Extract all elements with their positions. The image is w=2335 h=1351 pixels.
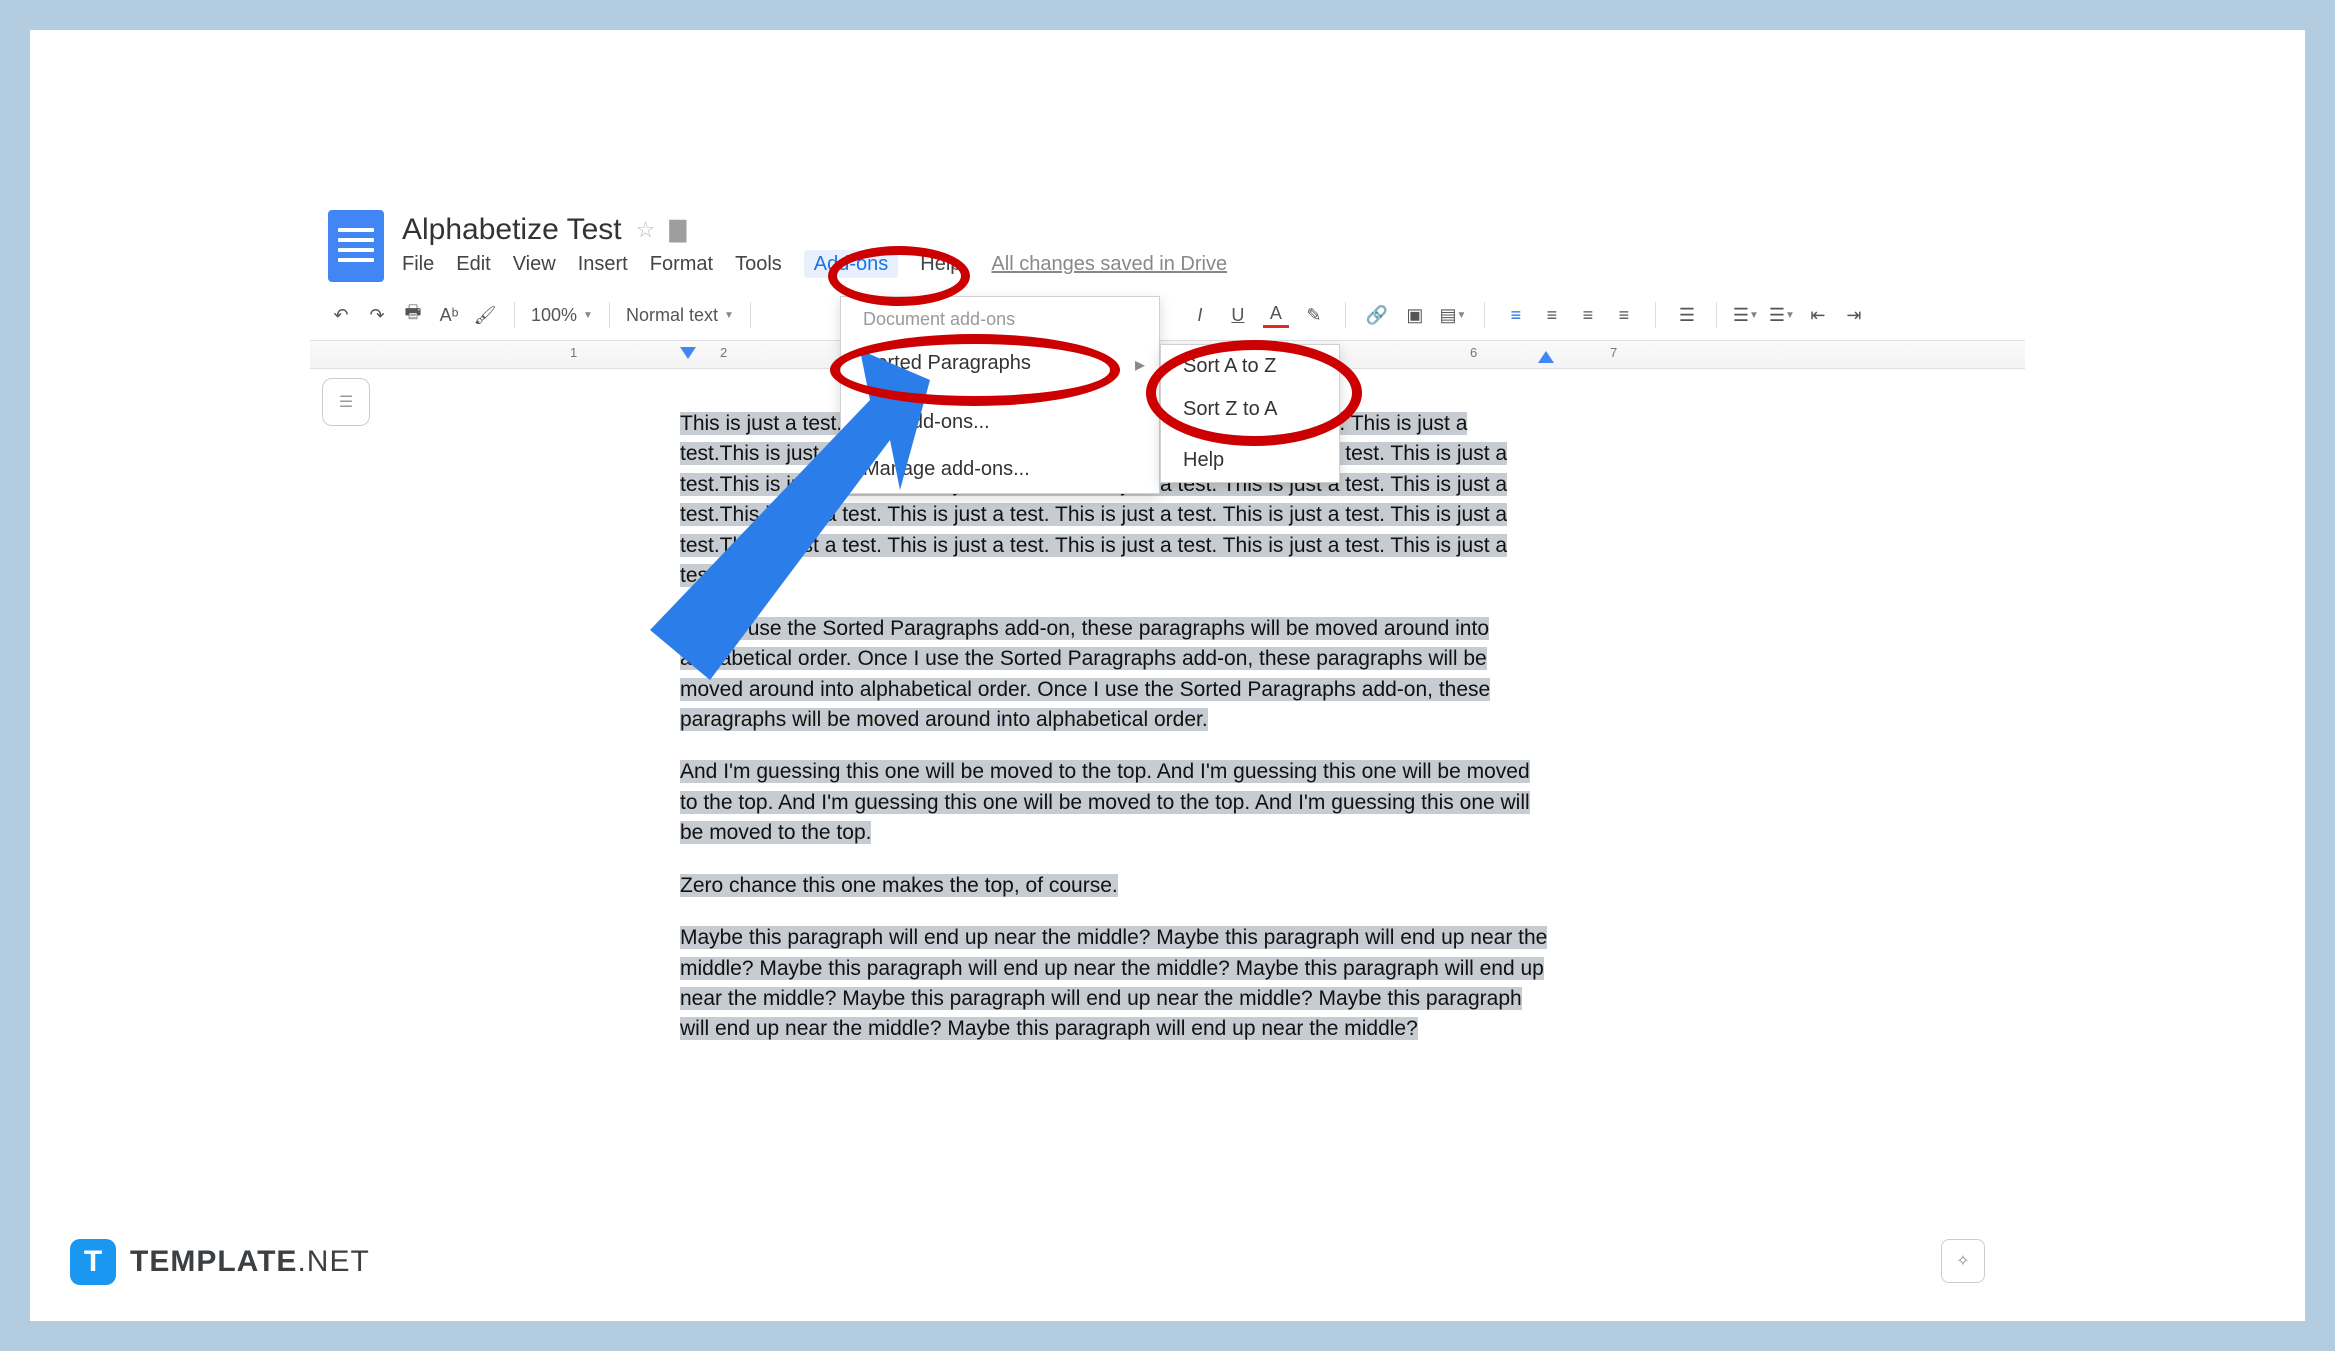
separator — [609, 302, 610, 328]
separator — [1345, 302, 1346, 328]
right-indent-marker[interactable] — [1538, 351, 1554, 363]
menu-insert[interactable]: Insert — [578, 253, 628, 276]
ruler-tick: 7 — [1610, 345, 1617, 360]
style-value: Normal text — [626, 305, 718, 326]
addons-dropdown: Document add-ons Sorted Paragraphs Get a… — [840, 296, 1160, 494]
align-justify-icon[interactable]: ≡ — [1611, 302, 1637, 328]
menu-addons[interactable]: Add-ons — [804, 250, 899, 278]
ruler-tick: 1 — [570, 345, 577, 360]
ruler-tick: 6 — [1470, 345, 1477, 360]
paragraph[interactable]: Maybe this paragraph will end up near th… — [680, 923, 1550, 1045]
insert-image-icon[interactable]: ▤▼ — [1440, 302, 1466, 328]
menu-view[interactable]: View — [513, 253, 556, 276]
move-folder-icon[interactable]: ▇ — [669, 217, 686, 243]
menu-format[interactable]: Format — [650, 253, 713, 276]
menu-sorted-paragraphs[interactable]: Sorted Paragraphs — [841, 340, 1159, 387]
underline-icon[interactable]: U — [1225, 302, 1251, 328]
watermark-suffix: .NET — [297, 1245, 369, 1278]
sorted-paragraphs-submenu: Sort A to Z Sort Z to A Help — [1160, 344, 1340, 483]
caret-down-icon: ▼ — [583, 310, 593, 321]
paint-format-icon[interactable]: 🖌 — [472, 302, 498, 328]
menu-addon-help[interactable]: Help — [1161, 439, 1339, 482]
align-right-icon[interactable]: ≡ — [1575, 302, 1601, 328]
watermark-badge-icon: T — [70, 1239, 116, 1285]
caret-down-icon: ▼ — [724, 310, 734, 321]
save-status[interactable]: All changes saved in Drive — [991, 253, 1227, 276]
toolbar: ↶ ↷ 🖶 Aᵇ 🖌 100% ▼ Normal text ▼ I U A ✎ — [310, 290, 2025, 341]
ruler-tick: 2 — [720, 345, 727, 360]
print-icon[interactable]: 🖶 — [400, 302, 426, 328]
google-docs-screenshot: Alphabetize Test ☆ ▇ File Edit View Inse… — [310, 200, 2025, 1301]
increase-indent-icon[interactable]: ⇥ — [1841, 302, 1867, 328]
zoom-select[interactable]: 100% ▼ — [531, 305, 593, 326]
menu-sort-z-to-a[interactable]: Sort Z to A — [1161, 388, 1339, 431]
decrease-indent-icon[interactable]: ⇤ — [1805, 302, 1831, 328]
menu-get-addons[interactable]: Get add-ons... — [841, 399, 1159, 446]
align-left-icon[interactable]: ≡ — [1503, 302, 1529, 328]
watermark: T TEMPLATE.NET — [70, 1239, 370, 1285]
checklist-icon[interactable]: ☰▼ — [1733, 302, 1759, 328]
menu-file[interactable]: File — [402, 253, 434, 276]
zoom-value: 100% — [531, 305, 577, 326]
bulleted-list-icon[interactable]: ☰▼ — [1769, 302, 1795, 328]
insert-link-icon[interactable]: 🔗 — [1364, 302, 1390, 328]
spellcheck-icon[interactable]: Aᵇ — [436, 302, 462, 328]
watermark-brand: TEMPLATE — [130, 1245, 297, 1278]
paragraph[interactable]: And I'm guessing this one will be moved … — [680, 757, 1550, 848]
italic-icon[interactable]: I — [1187, 302, 1213, 328]
menubar: File Edit View Insert Format Tools Add-o… — [402, 253, 1227, 276]
text-color-icon[interactable]: A — [1263, 302, 1289, 328]
separator — [1655, 302, 1656, 328]
explore-button[interactable]: ✧ — [1941, 1239, 1985, 1283]
paragraph[interactable]: Zero chance this one makes the top, of c… — [680, 871, 1550, 901]
separator — [1716, 302, 1717, 328]
align-center-icon[interactable]: ≡ — [1539, 302, 1565, 328]
separator — [750, 302, 751, 328]
left-indent-marker[interactable] — [680, 347, 696, 359]
undo-icon[interactable]: ↶ — [328, 302, 354, 328]
menu-edit[interactable]: Edit — [456, 253, 490, 276]
highlight-icon[interactable]: ✎ — [1301, 302, 1327, 328]
menu-manage-addons[interactable]: Manage add-ons... — [841, 446, 1159, 493]
redo-icon[interactable]: ↷ — [364, 302, 390, 328]
menu-help[interactable]: Help — [920, 253, 961, 276]
paragraph-style-select[interactable]: Normal text ▼ — [626, 305, 734, 326]
star-icon[interactable]: ☆ — [636, 217, 656, 243]
titlebar: Alphabetize Test ☆ ▇ File Edit View Inse… — [310, 200, 2025, 282]
document-title[interactable]: Alphabetize Test — [402, 213, 622, 247]
separator — [1484, 302, 1485, 328]
line-spacing-icon[interactable]: ☰ — [1674, 302, 1700, 328]
dropdown-header: Document add-ons — [841, 297, 1159, 340]
paragraph[interactable]: Once I use the Sorted Paragraphs add-on,… — [680, 614, 1550, 736]
menu-sort-a-to-z[interactable]: Sort A to Z — [1161, 345, 1339, 388]
menu-tools[interactable]: Tools — [735, 253, 782, 276]
insert-comment-icon[interactable]: ▣ — [1402, 302, 1428, 328]
separator — [514, 302, 515, 328]
docs-app-icon[interactable] — [328, 210, 384, 282]
